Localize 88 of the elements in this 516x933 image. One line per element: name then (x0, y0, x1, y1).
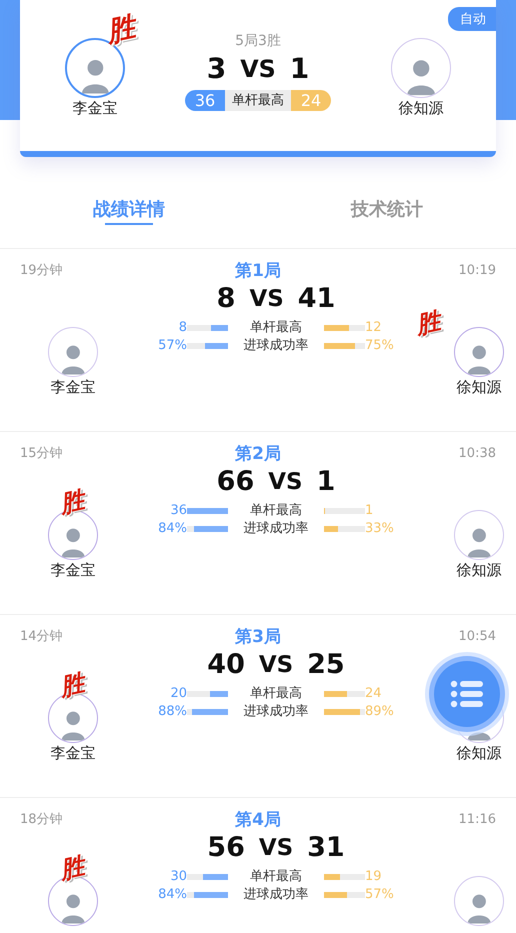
game-time: 11:16 (458, 812, 496, 826)
break-value: 24 (291, 90, 331, 111)
score-value: 66 (216, 465, 254, 499)
stat-value: 1 (365, 502, 374, 520)
stat-label: 进球成功率 (242, 703, 310, 721)
match-format: 5局3胜 (235, 32, 281, 50)
stat-bar (187, 325, 228, 331)
win-label: 胜 (414, 308, 442, 338)
stat-label: 单杆最高 (249, 319, 303, 337)
game-title: 第2局 (235, 442, 281, 464)
stat-bar (324, 874, 365, 880)
stat-bar (187, 874, 228, 880)
game-time: 10:38 (458, 446, 496, 460)
stat-value: 33% (365, 520, 395, 538)
stat-label: 单杆最高 (249, 502, 303, 520)
stat-value: 20 (169, 685, 187, 703)
stat-label: 进球成功率 (242, 520, 310, 538)
game-time: 10:54 (458, 628, 496, 644)
stat-bar (187, 343, 228, 349)
score-value: 1 (316, 465, 336, 499)
stat-value: 57% (157, 337, 187, 355)
player-name: 徐知源 (456, 378, 502, 397)
stat-value: 88% (157, 703, 187, 721)
tab[interactable]: 技术统计 (258, 197, 516, 248)
stat-label: 单杆最高 (249, 685, 303, 703)
stat-bar (187, 691, 228, 697)
game-title: 第3局 (235, 626, 281, 648)
game-duration: 15分钟 (20, 445, 64, 462)
stat-value: 75% (365, 337, 395, 355)
stat-bar (324, 508, 365, 514)
stat-bar (324, 892, 365, 898)
stat-value: 8 (178, 319, 187, 337)
mode-badge: 自动 (448, 7, 496, 31)
stat-bar (324, 325, 365, 331)
player-name: 徐知源 (456, 744, 502, 763)
score-value: 25 (307, 648, 345, 682)
game-duration: 14分钟 (20, 628, 64, 645)
score-value: 56 (207, 831, 245, 865)
stat-value: 84% (157, 886, 187, 904)
vs-label: VS (240, 54, 276, 85)
stat-value: 24 (365, 685, 383, 703)
stat-bar (324, 343, 365, 349)
score-value: 1 (290, 51, 310, 87)
stat-value: 36 (169, 502, 187, 520)
stat-label: 单杆最高 (249, 868, 303, 886)
player-name: 李金宝 (50, 561, 96, 580)
score-value: 31 (307, 831, 345, 865)
player-name: 李金宝 (50, 378, 96, 397)
stat-bar (324, 709, 365, 715)
list-icon (450, 680, 484, 708)
vs-label: VS (249, 285, 284, 314)
score-value: 41 (298, 282, 336, 316)
win-label: 胜 (58, 488, 86, 516)
player-name: 徐知源 (398, 99, 444, 118)
player-name: 李金宝 (72, 99, 118, 118)
player-name: 李金宝 (50, 744, 96, 763)
game-time: 10:19 (458, 262, 496, 278)
stat-label: 进球成功率 (242, 886, 310, 904)
game-duration: 18分钟 (20, 811, 64, 828)
win-label: 胜 (58, 854, 86, 882)
tab[interactable]: 战绩详情 (0, 197, 258, 248)
vs-label: VS (258, 834, 294, 863)
stat-bar (324, 526, 365, 532)
stat-bar (324, 691, 365, 697)
break-value: 36 (185, 90, 225, 111)
game-duration: 19分钟 (20, 262, 64, 279)
stat-label: 进球成功率 (242, 337, 310, 355)
stat-bar (187, 709, 228, 715)
vs-label: VS (258, 651, 294, 680)
stat-value: 89% (365, 703, 395, 721)
game-title: 第4局 (235, 808, 281, 830)
stat-value: 19 (365, 868, 383, 886)
stat-bar (187, 892, 228, 898)
stat-value: 84% (157, 520, 187, 538)
stat-value: 30 (169, 868, 187, 886)
win-label: 胜 (104, 13, 138, 47)
break-label: 单杆最高 (225, 90, 291, 111)
stat-value: 12 (365, 319, 383, 337)
stat-bar (187, 526, 228, 532)
player-name: 徐知源 (456, 561, 502, 580)
score-value: 40 (207, 648, 245, 682)
vs-label: VS (268, 468, 303, 497)
stat-value: 57% (365, 886, 395, 904)
stat-bar (187, 508, 228, 514)
score-value: 3 (206, 51, 226, 87)
game-title: 第1局 (235, 260, 281, 282)
score-value: 8 (216, 282, 236, 316)
win-label: 胜 (58, 670, 86, 700)
